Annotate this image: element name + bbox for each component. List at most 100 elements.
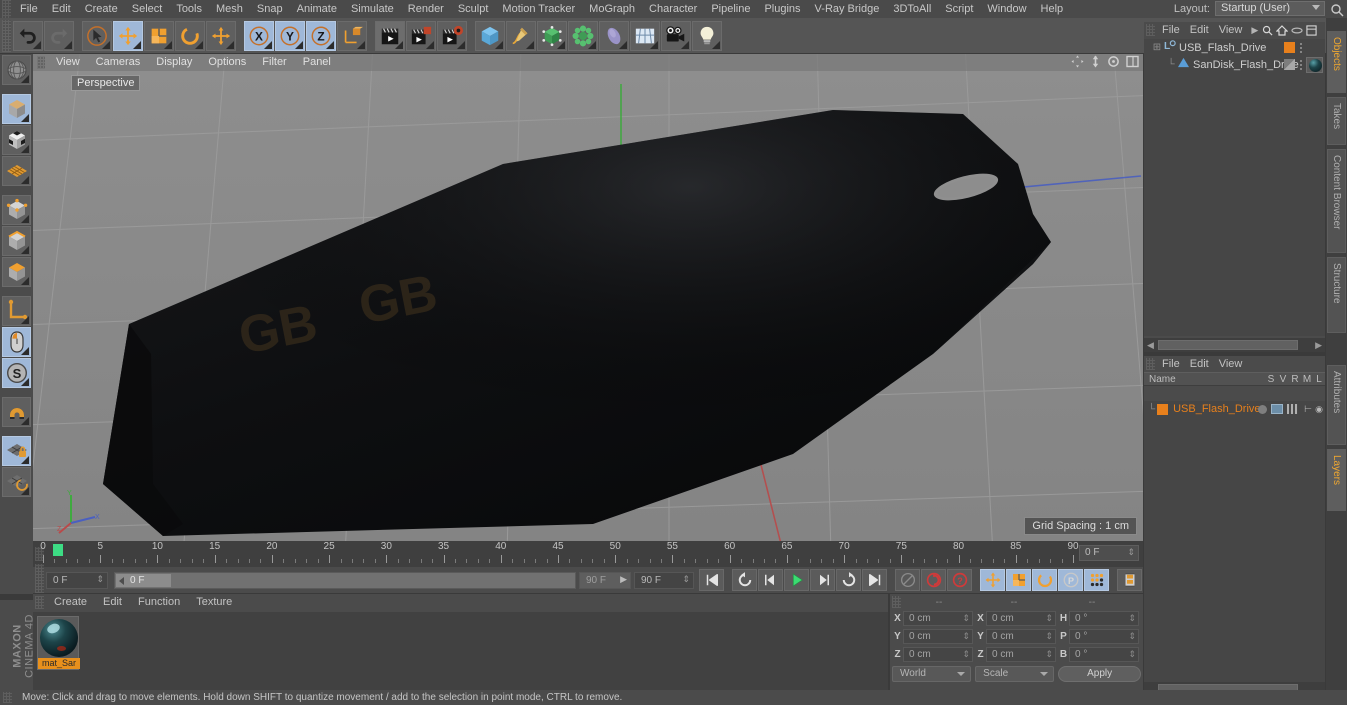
material-menu-function[interactable]: Function bbox=[130, 594, 188, 611]
layer-column-r[interactable]: R bbox=[1289, 374, 1301, 385]
add-environment-button[interactable] bbox=[599, 20, 629, 51]
undo-view-button[interactable] bbox=[2, 55, 31, 85]
vertical-tab-attributes[interactable]: Attributes bbox=[1327, 365, 1346, 445]
current-frame-field[interactable]: 0 F ⇕ bbox=[46, 571, 108, 589]
object-manager-hscrollbar[interactable]: ◀ ▶ bbox=[1144, 338, 1325, 352]
redo-button[interactable] bbox=[44, 20, 74, 51]
rotation-p-field[interactable]: 0 ° ⇕ bbox=[1069, 629, 1139, 644]
spinner-icon[interactable]: ⇕ bbox=[962, 631, 970, 642]
vertical-tab-takes[interactable]: Takes bbox=[1327, 97, 1346, 145]
material-menu-grip[interactable] bbox=[35, 596, 44, 609]
workplane-reset-button[interactable] bbox=[2, 467, 31, 497]
time-slider-handle[interactable]: 0 F bbox=[116, 573, 171, 587]
material-list[interactable]: mat_Sar bbox=[33, 612, 888, 690]
menu-item-file[interactable]: File bbox=[13, 0, 45, 18]
menu-item-v-ray-bridge[interactable]: V-Ray Bridge bbox=[808, 0, 887, 18]
spinner-icon[interactable]: ⇕ bbox=[962, 649, 970, 660]
object-row[interactable]: ⊞ L USB_Flash_Drive bbox=[1144, 39, 1325, 56]
magnet-tool-button[interactable] bbox=[2, 397, 31, 427]
menu-item-pipeline[interactable]: Pipeline bbox=[704, 0, 757, 18]
material-menu-texture[interactable]: Texture bbox=[188, 594, 240, 611]
layer-color-swatch[interactable] bbox=[1284, 42, 1295, 53]
status-bar-grip[interactable] bbox=[3, 692, 12, 703]
viewport-menu-display[interactable]: Display bbox=[148, 54, 200, 71]
go-to-end-button[interactable] bbox=[862, 569, 887, 591]
spinner-icon[interactable]: ⇕ bbox=[1128, 649, 1136, 660]
material-menu-create[interactable]: Create bbox=[46, 594, 95, 611]
timeline-frame-field[interactable]: 0 F ⇕ bbox=[1079, 545, 1139, 561]
layer-solo-toggle[interactable] bbox=[1258, 404, 1267, 414]
soft-selection-button[interactable]: S bbox=[2, 358, 31, 388]
position-z-field[interactable]: 0 cm ⇕ bbox=[903, 647, 973, 662]
play-marker-icon[interactable]: ▶ bbox=[620, 574, 627, 584]
size-x-field[interactable]: 0 cm ⇕ bbox=[986, 611, 1056, 626]
viewport-3d-scene[interactable]: GB GB bbox=[33, 54, 1143, 541]
layer-manager-toggle[interactable]: ⊢ bbox=[1304, 404, 1312, 415]
material-menu-edit[interactable]: Edit bbox=[95, 594, 130, 611]
menu-item-animate[interactable]: Animate bbox=[290, 0, 344, 18]
texture-mode-button[interactable] bbox=[2, 125, 31, 155]
search-icon[interactable] bbox=[1330, 3, 1344, 17]
viewport-menu-cameras[interactable]: Cameras bbox=[88, 54, 149, 71]
timeline-ruler[interactable]: 0 5 10 15 20 25 30 35 40 45 50 55 60 65 70 75 80 85 90 0 F… bbox=[33, 541, 1143, 567]
pan-icon[interactable] bbox=[1071, 55, 1084, 68]
maximize-icon[interactable] bbox=[1126, 55, 1139, 68]
add-generator-button[interactable] bbox=[537, 20, 567, 51]
add-camera-button[interactable] bbox=[661, 20, 691, 51]
viewport-menu-filter[interactable]: Filter bbox=[254, 54, 294, 71]
coordinates-grip[interactable] bbox=[892, 596, 901, 608]
home-icon[interactable] bbox=[1276, 24, 1289, 36]
spinner-icon[interactable]: ⇕ bbox=[682, 574, 690, 584]
layout-icon[interactable] bbox=[1306, 24, 1317, 36]
spinner-icon[interactable]: ⇕ bbox=[1045, 631, 1053, 642]
vertical-tab-objects[interactable]: Objects bbox=[1327, 31, 1346, 93]
spinner-icon[interactable]: ⇕ bbox=[962, 613, 970, 624]
menu-item-3dtoall[interactable]: 3DToAll bbox=[886, 0, 938, 18]
layer-column-s[interactable]: S bbox=[1265, 374, 1277, 385]
layer-menu-file[interactable]: File bbox=[1157, 356, 1185, 372]
menu-item-tools[interactable]: Tools bbox=[169, 0, 209, 18]
menu-item-script[interactable]: Script bbox=[938, 0, 980, 18]
menu-item-mograph[interactable]: MoGraph bbox=[582, 0, 642, 18]
layer-rows[interactable]: └ USB_Flash_Drive ⊢ ◉ bbox=[1144, 401, 1325, 682]
menu-item-snap[interactable]: Snap bbox=[250, 0, 290, 18]
rotate-tool[interactable] bbox=[175, 20, 205, 51]
add-spline-button[interactable] bbox=[506, 20, 536, 51]
rotate-icon[interactable] bbox=[1107, 55, 1120, 68]
layer-menu-view[interactable]: View bbox=[1214, 356, 1248, 372]
layer-visible-toggle[interactable] bbox=[1271, 404, 1283, 414]
tree-expander-icon[interactable]: └ bbox=[1165, 59, 1177, 70]
object-menu-edit[interactable]: Edit bbox=[1185, 22, 1214, 38]
model-mode-button[interactable] bbox=[2, 94, 31, 124]
viewport-menu-panel[interactable]: Panel bbox=[295, 54, 339, 71]
viewport-menu-grip[interactable] bbox=[37, 56, 45, 69]
workplane-mode-button[interactable] bbox=[2, 156, 31, 186]
move-tool[interactable] bbox=[113, 20, 143, 51]
spinner-icon[interactable]: ⇕ bbox=[1045, 613, 1053, 624]
points-mode-button[interactable] bbox=[2, 195, 31, 225]
vertical-tab-layers[interactable]: Layers bbox=[1327, 449, 1346, 511]
layer-menu-edit[interactable]: Edit bbox=[1185, 356, 1214, 372]
coordinate-mode-dropdown[interactable]: Scale bbox=[975, 666, 1055, 682]
ellipse-icon[interactable] bbox=[1291, 25, 1303, 36]
layer-column-name[interactable]: Name bbox=[1144, 374, 1265, 385]
layout-dropdown[interactable]: Startup (User) bbox=[1215, 1, 1325, 16]
menu-item-render[interactable]: Render bbox=[401, 0, 451, 18]
object-row[interactable]: └ SanDisk_Flash_Drive bbox=[1144, 56, 1325, 73]
rotation-h-field[interactable]: 0 ° ⇕ bbox=[1069, 611, 1139, 626]
layer-row[interactable]: └ USB_Flash_Drive ⊢ ◉ bbox=[1144, 401, 1325, 417]
tree-expander-icon[interactable]: ⊞ bbox=[1151, 42, 1163, 53]
dolly-icon[interactable] bbox=[1090, 55, 1101, 68]
menu-item-window[interactable]: Window bbox=[980, 0, 1033, 18]
menu-item-help[interactable]: Help bbox=[1034, 0, 1071, 18]
position-x-field[interactable]: 0 cm ⇕ bbox=[903, 611, 973, 626]
record-position-button[interactable] bbox=[980, 569, 1005, 591]
material-tag-icon[interactable] bbox=[1306, 57, 1323, 73]
enable-snapping-button[interactable] bbox=[2, 327, 31, 357]
layer-column-m[interactable]: M bbox=[1301, 374, 1313, 385]
add-mograph-button[interactable] bbox=[630, 20, 660, 51]
lock-y-axis-button[interactable]: Y bbox=[275, 20, 305, 51]
spinner-icon[interactable]: ⇕ bbox=[96, 574, 104, 584]
menu-item-sculpt[interactable]: Sculpt bbox=[451, 0, 496, 18]
size-y-field[interactable]: 0 cm ⇕ bbox=[986, 629, 1056, 644]
